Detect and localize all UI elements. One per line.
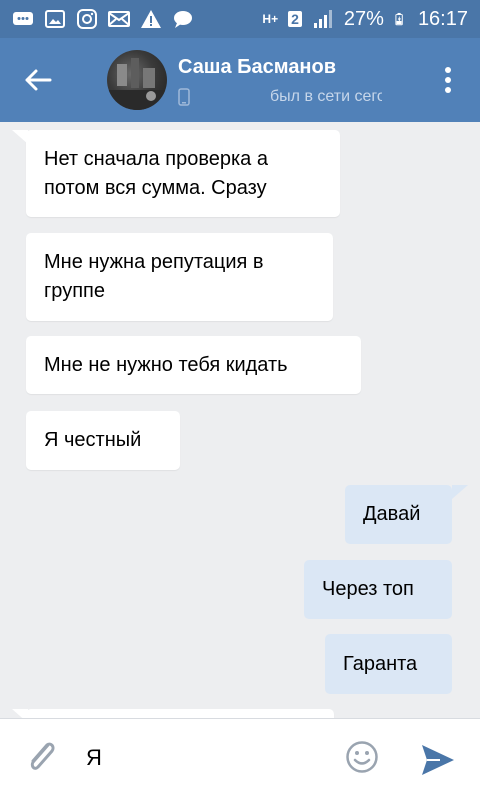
message-input[interactable]: [86, 745, 326, 771]
message-bubble-incoming[interactable]: Нет сначала проверка а потом вся сумма. …: [26, 130, 340, 217]
composer-bar: [0, 718, 480, 800]
sim-badge: 2: [288, 11, 302, 27]
battery-percent: 27%: [343, 7, 384, 30]
avatar-photo: [107, 58, 167, 110]
message-text: Мне нужна репутация в группе: [44, 251, 264, 302]
message-text: Я честный: [44, 429, 142, 451]
message-text: Нет сначала проверка а потом вся сумма. …: [44, 147, 268, 199]
network-type: H+: [262, 12, 279, 26]
message-list[interactable]: Нет сначала проверка а потом вся сумма. …: [0, 122, 480, 718]
mail-icon: [108, 11, 130, 27]
message-icon: [174, 11, 192, 28]
battery-icon: [395, 12, 403, 26]
paperclip-icon[interactable]: [24, 737, 60, 777]
instagram-icon: [77, 9, 97, 29]
clock: 16:17: [417, 7, 468, 30]
bubble-tail: [12, 709, 28, 718]
more-menu-button[interactable]: [436, 62, 460, 98]
emoji-icon[interactable]: [345, 740, 379, 774]
warning-icon: [141, 10, 161, 28]
back-arrow-icon: [25, 69, 52, 91]
status-bar-notifications: [12, 9, 194, 29]
chat-header: Саша Басманов был в сети сегодня: [0, 38, 480, 122]
more-vert-icon: [445, 67, 451, 93]
message-bubble-incoming[interactable]: Мне нужна репутация в группе: [26, 233, 333, 321]
status-bar: H+ 2 27% 16:17: [0, 0, 480, 38]
status-bar-system: H+ 2 27% 16:17: [262, 8, 468, 31]
signal-icon: [313, 10, 332, 28]
message-text: Гаранта: [343, 652, 418, 675]
message-bubble-outgoing[interactable]: Через топ: [304, 560, 452, 619]
gallery-icon: [45, 10, 65, 28]
message-text: Через топ: [322, 578, 414, 600]
contact-status: был в сети сегодня: [270, 88, 382, 105]
avatar[interactable]: [107, 50, 167, 110]
contact-name[interactable]: Саша Басманов: [178, 56, 336, 79]
message-text: Мне не нужно тебя кидать: [44, 353, 288, 376]
send-icon[interactable]: [420, 743, 456, 777]
message-bubble-incoming[interactable]: Я честный: [26, 411, 180, 470]
message-bubble-partial: [26, 709, 334, 718]
phone-icon: [178, 88, 190, 106]
bubble-tail: [12, 130, 28, 144]
bubble-tail: [452, 485, 468, 499]
chat-icon: [13, 12, 33, 25]
back-button[interactable]: [18, 60, 58, 100]
message-text: Давай: [363, 503, 421, 525]
message-bubble-outgoing[interactable]: Давай: [345, 485, 452, 544]
message-bubble-outgoing[interactable]: Гаранта: [325, 634, 452, 694]
message-bubble-incoming[interactable]: Мне не нужно тебя кидать: [26, 336, 361, 394]
